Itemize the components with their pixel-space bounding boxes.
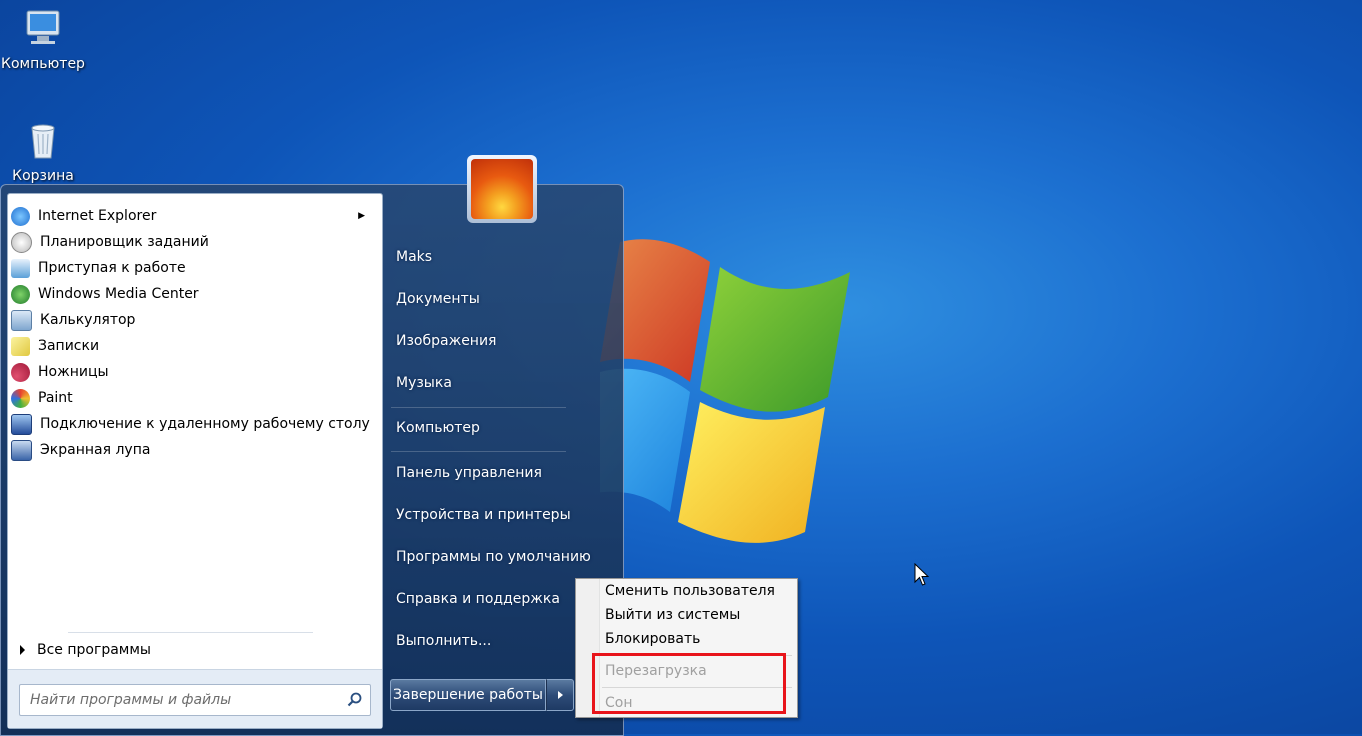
program-label: Приступая к работе <box>38 260 186 276</box>
shutdown-button[interactable]: Завершение работы <box>390 679 546 711</box>
program-label: Internet Explorer <box>38 208 157 224</box>
divider <box>68 632 313 633</box>
snipping-tool-icon <box>11 362 30 382</box>
mouse-cursor-icon <box>914 563 930 586</box>
paint-icon <box>11 388 30 408</box>
remote-desktop-icon <box>11 413 32 435</box>
search-input[interactable]: Найти программы и файлы <box>19 684 371 716</box>
right-item-pictures[interactable]: Изображения <box>396 333 496 349</box>
program-label: Подключение к удаленному рабочему столу <box>40 416 370 432</box>
shutdown-label: Завершение работы <box>393 687 543 703</box>
internet-explorer-icon <box>11 206 30 226</box>
getting-started-icon <box>11 258 30 278</box>
program-item-magnifier[interactable]: Экранная лупа <box>11 438 375 462</box>
annotation-highlight-box <box>592 653 786 714</box>
program-label: Paint <box>38 390 73 406</box>
program-item-snipping-tool[interactable]: Ножницы <box>11 360 375 384</box>
menu-item-log-off[interactable]: Выйти из системы <box>605 607 740 623</box>
menu-item-lock[interactable]: Блокировать <box>605 631 700 647</box>
desktop-icon-label: Корзина <box>12 168 74 184</box>
task-scheduler-icon <box>11 231 32 253</box>
shutdown-options-button[interactable] <box>546 679 574 711</box>
calculator-icon <box>11 309 32 331</box>
right-item-run[interactable]: Выполнить... <box>396 633 491 649</box>
desktop-icon-computer[interactable]: Компьютер <box>0 8 88 72</box>
program-item-paint[interactable]: Paint <box>11 386 375 410</box>
program-label: Windows Media Center <box>38 286 199 302</box>
windows-logo-wallpaper <box>600 239 850 543</box>
search-icon[interactable] <box>346 691 364 709</box>
media-center-icon <box>11 284 30 304</box>
desktop-icon-recycle-bin[interactable]: Корзина <box>0 120 88 184</box>
right-item-devices-printers[interactable]: Устройства и принтеры <box>396 507 571 523</box>
right-item-documents[interactable]: Документы <box>396 291 480 307</box>
right-item-control-panel[interactable]: Панель управления <box>396 465 542 481</box>
start-menu: Internet Explorer ▶ Планировщик заданий … <box>0 155 624 736</box>
right-item-default-programs[interactable]: Программы по умолчанию <box>396 549 591 565</box>
submenu-arrow-icon[interactable]: ▶ <box>358 211 365 221</box>
all-programs-button[interactable]: Все программы <box>16 642 151 658</box>
program-label: Ножницы <box>38 364 109 380</box>
right-item-user[interactable]: Maks <box>396 249 432 265</box>
program-label: Планировщик заданий <box>40 234 209 250</box>
program-item-sticky-notes[interactable]: Записки <box>11 334 375 358</box>
program-item-getting-started[interactable]: Приступая к работе <box>11 256 375 280</box>
right-item-music[interactable]: Музыка <box>396 375 452 391</box>
search-strip: Найти программы и файлы <box>8 669 382 728</box>
program-item-media-center[interactable]: Windows Media Center <box>11 282 375 306</box>
program-item-task-scheduler[interactable]: Планировщик заданий <box>11 230 375 254</box>
program-item-remote-desktop[interactable]: Подключение к удаленному рабочему столу <box>11 412 375 436</box>
menu-item-switch-user[interactable]: Сменить пользователя <box>605 583 775 599</box>
program-label: Экранная лупа <box>40 442 151 458</box>
computer-icon <box>26 10 60 44</box>
magnifier-icon <box>11 439 32 461</box>
divider <box>391 407 566 408</box>
expand-arrow-icon <box>20 645 25 655</box>
all-programs-label: Все программы <box>37 642 151 658</box>
desktop-icon-label: Компьютер <box>1 56 85 72</box>
divider <box>391 451 566 452</box>
right-item-help-support[interactable]: Справка и поддержка <box>396 591 560 607</box>
search-placeholder: Найти программы и файлы <box>30 692 232 708</box>
program-item-internet-explorer[interactable]: Internet Explorer ▶ <box>11 204 375 228</box>
chevron-right-icon <box>557 691 563 699</box>
right-item-computer[interactable]: Компьютер <box>396 420 480 436</box>
program-label: Калькулятор <box>40 312 136 328</box>
program-item-calculator[interactable]: Калькулятор <box>11 308 375 332</box>
start-menu-programs-pane: Internet Explorer ▶ Планировщик заданий … <box>7 193 383 729</box>
sticky-notes-icon <box>11 336 30 356</box>
program-label: Записки <box>38 338 100 354</box>
user-picture[interactable] <box>467 155 537 223</box>
recycle-bin-icon <box>31 124 55 159</box>
